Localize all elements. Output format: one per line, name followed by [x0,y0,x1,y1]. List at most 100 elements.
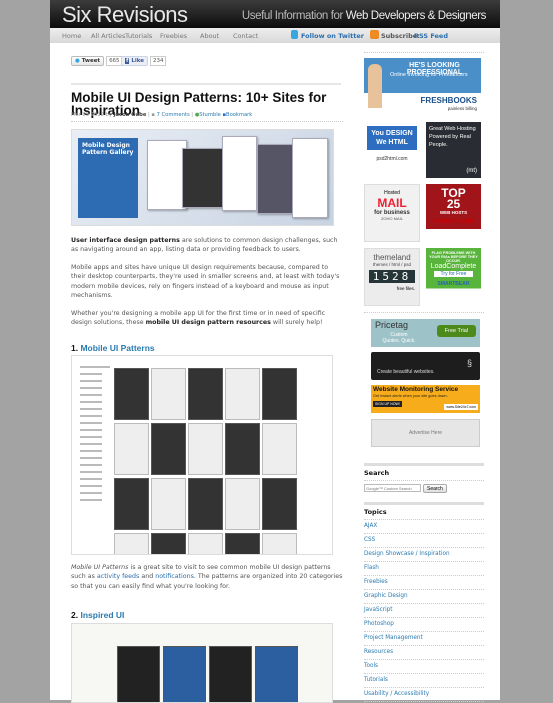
rss-feed-link[interactable]: RSS Feed [414,32,448,40]
post-date: Mar 29 2012 by [71,112,112,118]
screenshot-nav-line [80,499,102,501]
ad-site24x7[interactable]: Website Monitoring Service Get instant a… [371,385,480,413]
ad-text: WEB HOSTS [439,210,468,215]
section-number: 2. [71,610,79,620]
ad-man-illustration [368,64,382,108]
notifications-link[interactable]: notifications [155,573,194,580]
p3-text-end: will surely help! [270,319,323,327]
ad-text: Custom Quotes. Quick. [382,332,416,344]
follow-twitter-link[interactable]: Follow on Twitter [301,32,364,40]
tweet-button[interactable]: ● Tweet [71,56,105,66]
screenshot-nav-line [80,366,110,368]
nav-tutorials[interactable]: Tutorials [125,32,152,40]
ad-pricetag[interactable]: Pricetag Custom Quotes. Quick. Free Tria… [371,319,480,347]
nav-contact[interactable]: Contact [233,32,258,40]
nav-freebies[interactable]: Freebies [160,32,187,40]
topic-link[interactable]: Freebies [364,576,484,590]
search-button[interactable]: Search [423,484,447,493]
section-heading-2: 2. Inspired UI [71,610,124,620]
phone-screenshot [151,533,186,554]
ad-themeland[interactable]: themeland themes / html / psd 1528 free … [364,248,420,306]
phone-screenshot [114,533,149,554]
activity-feeds-link[interactable]: activity feeds [97,573,139,580]
ad-mediatemple[interactable]: Great Web Hosting Powered by Real People… [426,122,481,178]
advertise-here-button[interactable]: Advertise Here [371,419,480,447]
ad-psd2html[interactable]: You DESIGN We HTML psd2html.com [364,122,420,178]
screenshot-nav-line [80,471,102,473]
like-button[interactable]: f Like [121,56,148,66]
phone-screenshot [262,423,297,475]
topic-link[interactable]: Tutorials [364,674,484,688]
p3-bold: mobile UI design pattern resources [145,319,271,327]
paragraph-3: Whether you're designing a mobile app UI… [71,309,343,328]
screenshot-nav-line [80,443,102,445]
stumble-link[interactable]: Stumble [199,112,221,118]
phone-screenshot [262,478,297,530]
topic-link[interactable]: Tools [364,660,484,674]
ad-text: Website Monitoring Service [373,386,459,393]
ad-text: We HTML [376,139,408,146]
site-tagline: Useful Information for Web Developers & … [242,10,487,22]
screenshot-nav-line [80,401,102,403]
nav-home[interactable]: Home [62,32,81,40]
screenshot-nav-line [80,436,102,438]
phone-screenshot [225,478,260,530]
phone-screenshot [262,533,297,554]
topic-link[interactable]: Flash [364,562,484,576]
twitter-icon [291,30,298,39]
like-widget: f Like 234 [121,56,167,66]
search-input[interactable] [364,484,421,492]
topic-link[interactable]: Project Management [364,632,484,646]
paragraph-2: Mobile apps and sites have unique UI des… [71,264,340,300]
phone-screenshot [225,368,260,420]
topic-link[interactable]: AJAX [364,520,484,534]
bookmark-link[interactable]: Bookmark [226,112,252,118]
ad-squarespace[interactable]: Create beautiful websites. § [371,352,480,380]
phone-screenshot [262,368,297,420]
screenshot-nav-line [80,422,102,424]
topic-link[interactable]: Graphic Design [364,590,484,604]
topic-link[interactable]: Resources [364,646,484,660]
facebook-icon: f [125,58,130,64]
intro-bold: User interface design patterns [71,237,180,244]
topic-link[interactable]: CSS [364,534,484,548]
nav-all-articles[interactable]: All Articles [91,32,125,40]
ad-url: www.Site24x7.com [444,404,478,410]
ad-zoho-mail[interactable]: Hosted MAIL for business ZOHO MAIL [364,184,420,242]
ad-text: ZOHO MAIL [380,216,403,221]
topic-link[interactable]: JavaScript [364,604,484,618]
ad-smartbear[interactable]: FLAG PROBLEMS WITH YOUR RIAs BEFORE THEY… [426,248,481,306]
phone-screenshot [114,478,149,530]
phone-screenshot [117,646,160,702]
section-number: 1. [71,343,79,353]
tagline-bold: Web Developers & Designers [345,10,487,22]
phone-screenshot [188,423,223,475]
screenshot-nav-line [80,415,102,417]
inspired-ui-link[interactable]: Inspired UI [80,610,124,620]
ad-text: TOPHOSTS.COM [433,219,474,225]
ad-freshbooks[interactable]: HE'S LOOKING PROFESSIONAL Online Invoici… [364,58,481,116]
intro-paragraph: User interface design patterns are solut… [71,236,343,255]
mobile-ui-patterns-screenshot[interactable] [71,355,333,555]
nav-about[interactable]: About [200,32,219,40]
screenshot-nav-line [80,485,102,487]
author-link[interactable]: Jacob Gube [114,112,147,118]
ad-text: free files. [396,286,415,291]
mobile-ui-patterns-link[interactable]: Mobile UI Patterns [80,343,154,353]
squarespace-logo-icon: § [466,358,472,368]
phone-screenshot [188,478,223,530]
paragraph-4: Mobile UI Patterns is a great site to vi… [71,563,343,591]
phone-screenshot [225,423,260,475]
site-logo[interactable]: Six Revisions [62,2,188,28]
twitter-bird-icon: ● [75,58,80,64]
topic-link[interactable]: Photoshop [364,618,484,632]
ad-text: painless billing [447,106,477,111]
tweet-widget: ● Tweet 665 [71,56,123,66]
topic-link[interactable]: Design Showcase / Inspiration [364,548,484,562]
ad-top25-hosts[interactable]: TOP 25 WEB HOSTS TOPHOSTS.COM [426,184,481,242]
inspired-ui-screenshot[interactable] [71,623,333,703]
phone-screenshot [114,423,149,475]
comments-link[interactable]: 7 Comments [157,112,190,118]
screenshot-nav-line [80,380,102,382]
ad-url: psd2html.com [376,156,408,162]
